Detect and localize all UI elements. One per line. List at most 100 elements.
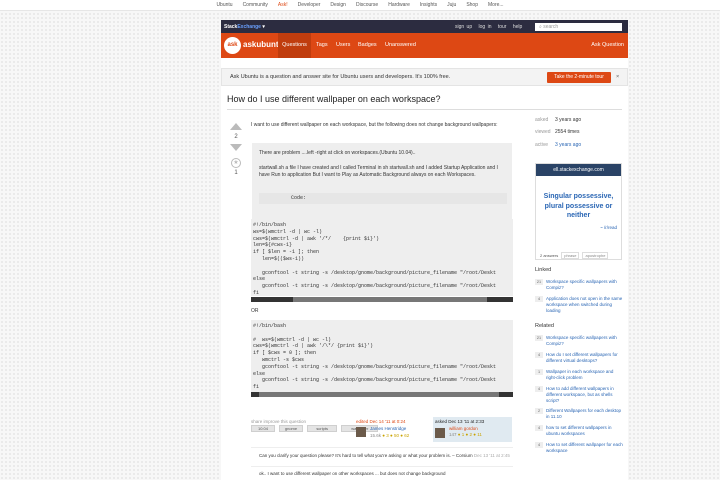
- chevron-down-icon: ▾: [262, 24, 265, 30]
- related-question-link[interactable]: Workspace specific wallpapers with Compi…: [546, 279, 624, 291]
- stat-viewed: viewed 2554 times: [535, 129, 580, 135]
- divider: [251, 466, 513, 467]
- se-links: sign up log in tour help: [455, 24, 526, 30]
- logo-a: Stack: [224, 24, 238, 30]
- tag[interactable]: 10.04: [251, 425, 275, 432]
- asked-label: asked Dec 13 '11 at 2:33: [435, 419, 485, 424]
- divider: [251, 447, 513, 448]
- stat-active: active 3 years ago: [535, 142, 582, 148]
- comment-1: Can you clarify your question please? It…: [259, 453, 510, 458]
- logo-b: Exchange: [237, 24, 261, 30]
- tag[interactable]: scripts: [307, 425, 338, 432]
- edited-label: edited Dec 14 '11 at 0:24: [356, 419, 406, 424]
- topnav-item[interactable]: Insights: [420, 2, 437, 8]
- nav-questions[interactable]: Questions: [278, 33, 311, 58]
- related-question-link[interactable]: how to set different wallpapers in ubunt…: [546, 425, 624, 437]
- favorite-star-icon[interactable]: ★: [230, 158, 242, 168]
- question-intro: I want to use different wallpaper on eac…: [251, 122, 498, 128]
- code-block-1: #!/bin/bash ws=$(wmctrl -d | wc -l) cws=…: [251, 219, 513, 296]
- topnav-item[interactable]: More...: [488, 2, 504, 8]
- help-link[interactable]: help: [513, 24, 522, 30]
- quote-code: Code:: [259, 193, 507, 204]
- vote-count: 4: [535, 296, 543, 302]
- related-title: Related: [535, 323, 554, 329]
- ad-footer: 2 answers phrase apostrophe: [540, 252, 609, 259]
- logo-circle-icon: ask: [224, 37, 241, 54]
- avatar[interactable]: [356, 427, 366, 437]
- related-question-link[interactable]: Wallpaper in each workspace and right-cl…: [546, 369, 624, 381]
- ask-question-button[interactable]: Ask Question: [591, 33, 624, 58]
- nav-tags[interactable]: Tags: [316, 33, 328, 58]
- tour-button[interactable]: Take the 2-minute tour: [547, 72, 611, 83]
- quote-line-2: startwall.sh a file I have created and I…: [259, 165, 498, 179]
- comment-2: ok.. I want to use different wallpaper o…: [259, 471, 446, 476]
- ad-header: ell.stackexchange.com: [536, 164, 621, 176]
- asked-signature: asked Dec 13 '11 at 2:33 william gordon …: [433, 417, 512, 442]
- search-placeholder: search: [543, 24, 559, 30]
- topnav-item[interactable]: Ubuntu: [216, 2, 232, 8]
- upvote-icon[interactable]: [230, 123, 242, 130]
- related-question-link[interactable]: How to set different wallpaper for each …: [546, 442, 624, 454]
- vote-count: 4: [535, 386, 543, 392]
- login-link[interactable]: log in: [479, 24, 492, 30]
- topnav-item[interactable]: Developer: [298, 2, 321, 8]
- stackexchange-bar: StackExchange ▾ sign up log in tour help…: [221, 20, 628, 33]
- nav-unanswered[interactable]: Unanswered: [385, 33, 416, 58]
- site-header: ask askubuntu Questions Tags Users Badge…: [221, 33, 628, 58]
- related-question-link[interactable]: How do I set different wallpapers for di…: [546, 352, 624, 364]
- share-links[interactable]: share improve this question: [251, 419, 306, 424]
- tour-link[interactable]: tour: [498, 24, 507, 30]
- community-ad[interactable]: ell.stackexchange.com Singular possessiv…: [535, 163, 622, 260]
- tag[interactable]: gnome: [279, 425, 303, 432]
- asker-rep: 147 ● 1 ● 2 ● 11: [449, 432, 482, 437]
- downvote-icon[interactable]: [230, 144, 242, 151]
- topnav-item[interactable]: Community: [243, 2, 268, 8]
- close-icon[interactable]: ×: [616, 69, 619, 85]
- stackexchange-logo[interactable]: StackExchange ▾: [224, 24, 265, 30]
- topnav-item[interactable]: Hardware: [388, 2, 410, 8]
- related-question-link[interactable]: Application does not open in the same wo…: [546, 296, 624, 314]
- nav-badges[interactable]: Badges: [358, 33, 377, 58]
- linked-title: Linked: [535, 267, 552, 273]
- avatar[interactable]: [435, 428, 445, 438]
- divider: [227, 109, 622, 110]
- vote-count: 2: [234, 134, 238, 140]
- ad-question[interactable]: Singular possessive, plural possessive o…: [536, 176, 621, 221]
- related-question-link[interactable]: Workspace specific wallpapers with Compi…: [546, 335, 624, 347]
- notice-text: Ask Ubuntu is a question and answer site…: [230, 74, 451, 80]
- topnav-item[interactable]: Juju: [447, 2, 456, 8]
- favorite-count: 1: [234, 170, 238, 176]
- vote-count: 21: [535, 335, 543, 341]
- search-icon: ⌕: [539, 24, 542, 30]
- code-scrollbar-1[interactable]: [251, 297, 513, 302]
- related-question-link[interactable]: Different Wallpapers for each desktop in…: [546, 408, 624, 420]
- stat-asked: asked 3 years ago: [535, 117, 582, 123]
- welcome-notice: Ask Ubuntu is a question and answer site…: [221, 68, 628, 86]
- vote-count: 4: [535, 425, 543, 431]
- question-title[interactable]: How do I use different wallpaper on each…: [227, 94, 440, 104]
- quote-line-1: There are problem ....left -right at cli…: [259, 150, 416, 156]
- vote-count: 21: [535, 279, 543, 285]
- topnav-item[interactable]: Shop: [466, 2, 478, 8]
- vote-count: 2: [535, 408, 543, 414]
- topnav-item[interactable]: Design: [330, 2, 346, 8]
- topnav-item[interactable]: Ask!: [278, 2, 288, 8]
- topnav-item[interactable]: Discourse: [356, 2, 378, 8]
- or-text: OR: [251, 308, 259, 314]
- askubuntu-logo[interactable]: ask askubuntu: [224, 37, 283, 54]
- vote-count: 1: [535, 369, 543, 375]
- signup-link[interactable]: sign up: [455, 24, 472, 30]
- page-container: StackExchange ▾ sign up log in tour help…: [221, 20, 628, 480]
- related-question-link[interactable]: How to add different wallpapers in diffe…: [546, 386, 624, 404]
- code-block-2: #!/bin/bash # ws=$(wmctrl -d | wc -l) cw…: [251, 320, 513, 392]
- vote-count: 4: [535, 352, 543, 358]
- ad-link[interactable]: ~ /r/read: [600, 225, 617, 230]
- nav-users[interactable]: Users: [336, 33, 350, 58]
- edited-signature: edited Dec 14 '11 at 0:24 James Henstrid…: [356, 419, 418, 438]
- search-input[interactable]: ⌕ search: [535, 23, 622, 31]
- editor-rep: 15.6k ● 3 ● 50 ● 62: [370, 433, 410, 438]
- ubuntu-top-nav: Ubuntu Community Ask! Developer Design Discou…: [0, 0, 720, 11]
- editor-name[interactable]: James Henstridge: [370, 426, 406, 432]
- code-scrollbar-2[interactable]: [251, 392, 513, 397]
- vote-count: 4: [535, 442, 543, 448]
